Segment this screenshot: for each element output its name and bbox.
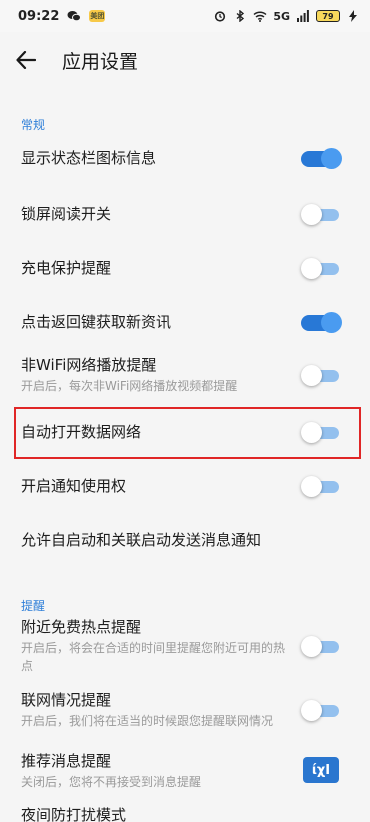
setting-row-autostart-notification[interactable]: 允许自启动和关联启动发送消息通知	[0, 528, 370, 552]
wifi-icon	[253, 9, 267, 23]
app-header: 应用设置	[0, 32, 370, 88]
setting-row-notification-access[interactable]: 开启通知使用权	[0, 474, 370, 498]
back-refresh-toggle[interactable]	[301, 312, 342, 333]
charging-icon	[346, 9, 360, 23]
setting-label: 充电保护提醒	[21, 259, 112, 277]
setting-label: 非WiFi网络播放提醒	[21, 356, 157, 374]
setting-row-network-status[interactable]: 联网情况提醒 开启后，我们将在适当的时候跟您提醒联网情况	[0, 684, 370, 736]
nearby-hotspot-toggle[interactable]	[301, 636, 339, 657]
setting-label: 开启通知使用权	[21, 477, 127, 495]
setting-description: 开启后，我们将在适当的时候跟您提醒联网情况	[21, 714, 274, 728]
lockscreen-reading-toggle[interactable]	[301, 204, 339, 225]
notification-access-toggle[interactable]	[301, 476, 339, 497]
page-title: 应用设置	[62, 50, 139, 73]
setting-row-nearby-hotspot[interactable]: 附近免费热点提醒 开启后，将会在合适的时间里提醒您附近可用的热点	[0, 618, 370, 673]
status-right: 5G 79	[213, 9, 360, 23]
network-status-toggle[interactable]	[301, 700, 339, 721]
status-time: 09:22	[18, 8, 60, 24]
section-title-general: 常规	[21, 118, 46, 132]
setting-label: 夜间防打扰模式	[21, 806, 127, 822]
wechat-icon	[67, 9, 82, 23]
alarm-icon	[213, 9, 227, 23]
network-type-label: 5G	[273, 9, 290, 23]
status-bar-icon-toggle[interactable]	[301, 148, 342, 169]
non-wifi-playback-toggle[interactable]	[301, 365, 339, 386]
back-arrow-icon[interactable]	[0, 32, 52, 88]
setting-row-charging-protection[interactable]: 充电保护提醒	[0, 256, 370, 280]
setting-description: 开启后，每次非WiFi网络播放视频都提醒	[21, 379, 238, 393]
bluetooth-icon	[233, 9, 247, 23]
charging-protection-toggle[interactable]	[301, 258, 339, 279]
status-left: 09:22 美团	[18, 8, 106, 24]
setting-row-status-bar-icon[interactable]: 显示状态栏图标信息	[0, 146, 370, 170]
setting-label: 点击返回键获取新资讯	[21, 313, 172, 331]
status-bar: 09:22 美团 5G 79	[0, 0, 370, 32]
setting-label: 允许自启动和关联启动发送消息通知	[21, 531, 262, 549]
setting-label: 显示状态栏图标信息	[21, 149, 157, 167]
setting-description: 开启后，将会在合适的时间里提醒您附近可用的热点	[21, 641, 286, 673]
watermark-logo: ίχΙ	[303, 757, 339, 783]
section-title-reminders: 提醒	[21, 599, 46, 613]
setting-row-back-refresh[interactable]: 点击返回键获取新资讯	[0, 310, 370, 334]
setting-label: 推荐消息提醒	[21, 752, 112, 770]
battery-icon: 79	[316, 10, 340, 22]
meituan-icon: 美团	[89, 10, 106, 22]
signal-icon	[296, 9, 310, 23]
setting-label: 锁屏阅读开关	[21, 205, 112, 223]
setting-description: 关闭后，您将不再接受到消息提醒	[21, 775, 202, 789]
setting-row-non-wifi-playback[interactable]: 非WiFi网络播放提醒 开启后，每次非WiFi网络播放视频都提醒	[0, 354, 370, 396]
setting-label: 附近免费热点提醒	[21, 618, 142, 636]
setting-row-night-dnd[interactable]: 夜间防打扰模式	[0, 804, 370, 822]
highlight-box	[14, 407, 361, 459]
setting-label: 联网情况提醒	[21, 691, 112, 709]
setting-row-lockscreen-reading[interactable]: 锁屏阅读开关	[0, 202, 370, 226]
